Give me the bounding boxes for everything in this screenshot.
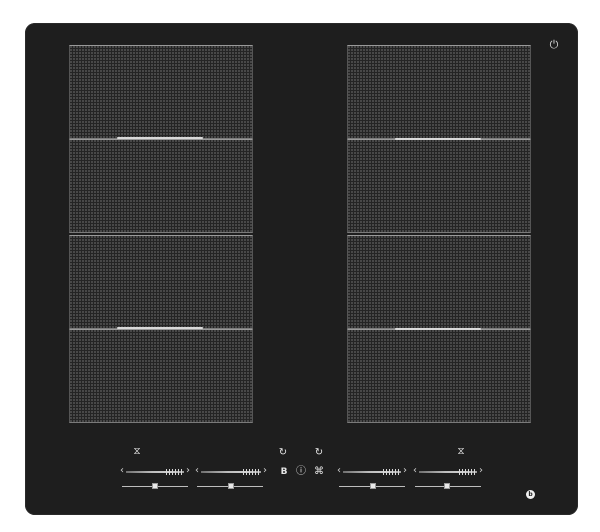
- slider-arrow-right-icon: ›: [403, 465, 407, 476]
- timer-left-icon[interactable]: ↻: [277, 447, 289, 459]
- hob-surface: ⏻ ⧖ ⧖ ↻ ↻ B ⓘ ⌘ ‹ › ‹ › ‹ › ‹ ›: [25, 23, 578, 515]
- power-slider-4[interactable]: ‹ ›: [413, 465, 483, 478]
- lock-icon[interactable]: ⌘: [313, 466, 325, 478]
- slider-level: [243, 469, 261, 475]
- cooking-zone-right-3[interactable]: [347, 235, 531, 329]
- timer-right-icon[interactable]: ↻: [313, 447, 325, 459]
- zone-divider-left-top: [117, 137, 203, 139]
- boost-button[interactable]: B: [278, 466, 290, 478]
- flex-zone-left-icon[interactable]: ⧖: [131, 446, 143, 458]
- flex-zone-right-icon[interactable]: ⧖: [455, 446, 467, 458]
- power-slider-1[interactable]: ‹ ›: [120, 465, 190, 478]
- cooking-zone-left-1[interactable]: [69, 45, 253, 139]
- power-slider-3[interactable]: ‹ ›: [337, 465, 407, 478]
- cooking-zone-left-3[interactable]: [69, 235, 253, 329]
- info-icon[interactable]: ⓘ: [295, 466, 307, 478]
- slider-arrow-left-icon: ‹: [195, 465, 199, 476]
- zone-divider-left-bottom: [117, 327, 203, 329]
- zone-indicator-square-1[interactable]: [152, 483, 158, 489]
- slider-level: [383, 469, 401, 475]
- zone-divider-right-bottom: [395, 328, 481, 330]
- power-slider-2[interactable]: ‹ ›: [195, 465, 267, 478]
- zone-indicator-square-4[interactable]: [444, 483, 450, 489]
- slider-arrow-left-icon: ‹: [337, 465, 341, 476]
- slider-arrow-left-icon: ‹: [120, 465, 124, 476]
- slider-level: [459, 469, 477, 475]
- slider-arrow-right-icon: ›: [479, 465, 483, 476]
- brand-logo: b: [526, 489, 538, 499]
- slider-arrow-right-icon: ›: [186, 465, 190, 476]
- cooking-zone-right-1[interactable]: [347, 45, 531, 139]
- brand-mark-icon: b: [526, 489, 535, 499]
- slider-arrow-left-icon: ‹: [413, 465, 417, 476]
- zone-indicator-square-3[interactable]: [370, 483, 376, 489]
- cooking-zone-right-2[interactable]: [347, 139, 531, 233]
- cooking-zone-left-4[interactable]: [69, 329, 253, 423]
- cooking-zone-left-2[interactable]: [69, 139, 253, 233]
- zone-divider-right-top: [395, 138, 481, 140]
- cooking-zone-right-4[interactable]: [347, 329, 531, 423]
- slider-level: [166, 469, 184, 475]
- zone-indicator-square-2[interactable]: [228, 483, 234, 489]
- power-icon[interactable]: ⏻: [547, 38, 561, 52]
- slider-arrow-right-icon: ›: [263, 465, 267, 476]
